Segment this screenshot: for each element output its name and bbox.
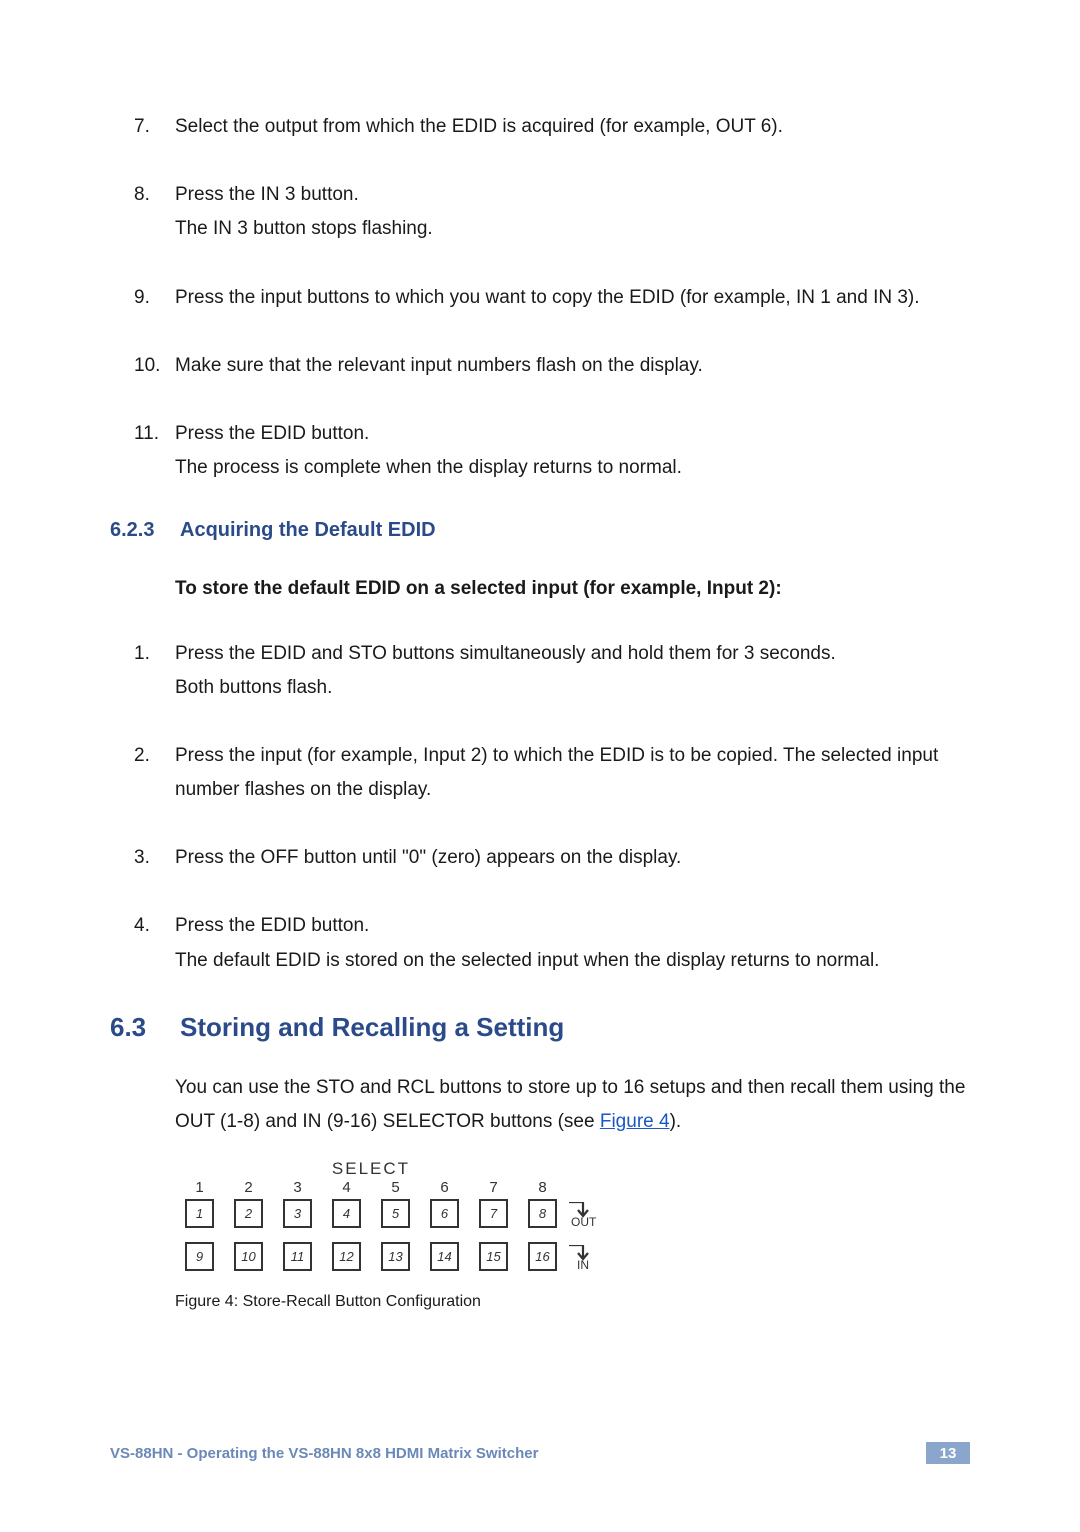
- select-title: SELECT: [175, 1159, 567, 1179]
- list-text: Press the IN 3 button.: [175, 184, 359, 205]
- select-panel: SELECT 1 1 2 2 3 3 4 4 5 5: [175, 1159, 970, 1271]
- list-text: Press the EDID button.: [175, 915, 369, 936]
- list-text: Make sure that the relevant input number…: [175, 355, 703, 376]
- list-number: 9.: [134, 281, 150, 315]
- section-title: Acquiring the Default EDID: [180, 519, 436, 542]
- para-text: You can use the STO and RCL buttons to s…: [175, 1077, 965, 1132]
- segment-number: 4: [322, 1179, 371, 1196]
- selector-button-7[interactable]: 7: [479, 1199, 508, 1228]
- list-item: 11. Press the EDID button. The process i…: [175, 417, 970, 485]
- instruction-intro: To store the default EDID on a selected …: [175, 572, 970, 606]
- panel-button-col: 5 5: [371, 1179, 420, 1228]
- procedure-list-continued: 7. Select the output from which the EDID…: [110, 110, 970, 485]
- segment-number: 5: [371, 1179, 420, 1196]
- panel-button-col: 16: [518, 1242, 567, 1271]
- section-number: 6.2.3: [110, 519, 180, 542]
- selector-button-6[interactable]: 6: [430, 1199, 459, 1228]
- list-number: 1.: [134, 637, 150, 671]
- figure-caption: Figure 4: Store-Recall Button Configurat…: [175, 1293, 970, 1311]
- list-number: 3.: [134, 841, 150, 875]
- panel-bottom-row: 9 10 11 12 13 14 15 16: [175, 1242, 970, 1271]
- panel-button-col: 3 3: [273, 1179, 322, 1228]
- list-number: 2.: [134, 739, 150, 773]
- selector-button-1[interactable]: 1: [185, 1199, 214, 1228]
- selector-button-10[interactable]: 10: [234, 1242, 263, 1271]
- out-arrow-icon: OUT: [569, 1202, 596, 1228]
- figure-link[interactable]: Figure 4: [600, 1111, 670, 1132]
- panel-button-col: 13: [371, 1242, 420, 1271]
- list-text: The IN 3 button stops flashing.: [175, 218, 433, 239]
- list-text: Select the output from which the EDID is…: [175, 116, 783, 137]
- selector-button-12[interactable]: 12: [332, 1242, 361, 1271]
- selector-button-16[interactable]: 16: [528, 1242, 557, 1271]
- page-footer: VS-88HN - Operating the VS-88HN 8x8 HDMI…: [110, 1442, 970, 1464]
- panel-button-col: 1 1: [175, 1179, 224, 1228]
- list-item: 10. Make sure that the relevant input nu…: [175, 349, 970, 383]
- in-label: IN: [577, 1259, 589, 1271]
- panel-top-row: 1 1 2 2 3 3 4 4 5 5 6 6: [175, 1179, 970, 1228]
- section-title: Storing and Recalling a Setting: [180, 1012, 564, 1043]
- section-63-paragraph: You can use the STO and RCL buttons to s…: [175, 1071, 970, 1139]
- para-text: ).: [670, 1111, 682, 1132]
- procedure-list-623: 1. Press the EDID and STO buttons simult…: [110, 637, 970, 978]
- list-text: Press the EDID button.: [175, 423, 369, 444]
- list-text: Press the OFF button until "0" (zero) ap…: [175, 847, 681, 868]
- panel-button-col: 9: [175, 1242, 224, 1271]
- selector-button-15[interactable]: 15: [479, 1242, 508, 1271]
- panel-button-col: 15: [469, 1242, 518, 1271]
- list-text: The process is complete when the display…: [175, 457, 682, 478]
- list-item: 9. Press the input buttons to which you …: [175, 281, 970, 315]
- heading-6-2-3: 6.2.3 Acquiring the Default EDID: [110, 519, 970, 542]
- panel-button-col: 10: [224, 1242, 273, 1271]
- selector-button-11[interactable]: 11: [283, 1242, 312, 1271]
- out-label: OUT: [571, 1216, 596, 1228]
- segment-number: 8: [518, 1179, 567, 1196]
- panel-button-col: 7 7: [469, 1179, 518, 1228]
- selector-button-5[interactable]: 5: [381, 1199, 410, 1228]
- list-item: 8. Press the IN 3 button. The IN 3 butto…: [175, 178, 970, 246]
- list-text: Press the EDID and STO buttons simultane…: [175, 643, 836, 664]
- list-number: 10.: [134, 349, 160, 383]
- selector-button-9[interactable]: 9: [185, 1242, 214, 1271]
- selector-button-4[interactable]: 4: [332, 1199, 361, 1228]
- selector-button-2[interactable]: 2: [234, 1199, 263, 1228]
- segment-number: 3: [273, 1179, 322, 1196]
- list-item: 4. Press the EDID button. The default ED…: [175, 909, 970, 977]
- panel-button-col: 8 8: [518, 1179, 567, 1228]
- panel-button-col: 4 4: [322, 1179, 371, 1228]
- in-arrow-icon: IN: [569, 1245, 589, 1271]
- footer-text: VS-88HN - Operating the VS-88HN 8x8 HDMI…: [110, 1445, 538, 1462]
- list-number: 11.: [134, 417, 159, 451]
- selector-button-13[interactable]: 13: [381, 1242, 410, 1271]
- list-item: 2. Press the input (for example, Input 2…: [175, 739, 970, 807]
- list-number: 4.: [134, 909, 150, 943]
- selector-button-14[interactable]: 14: [430, 1242, 459, 1271]
- panel-button-col: 14: [420, 1242, 469, 1271]
- segment-number: 2: [224, 1179, 273, 1196]
- selector-button-3[interactable]: 3: [283, 1199, 312, 1228]
- segment-number: 6: [420, 1179, 469, 1196]
- page: 7. Select the output from which the EDID…: [0, 0, 1080, 1532]
- list-text: Press the input (for example, Input 2) t…: [175, 745, 938, 800]
- heading-6-3: 6.3 Storing and Recalling a Setting: [110, 1012, 970, 1043]
- list-item: 7. Select the output from which the EDID…: [175, 110, 970, 144]
- panel-button-col: 12: [322, 1242, 371, 1271]
- section-number: 6.3: [110, 1012, 180, 1043]
- list-number: 7.: [134, 110, 150, 144]
- list-number: 8.: [134, 178, 150, 212]
- panel-button-col: 11: [273, 1242, 322, 1271]
- panel-button-col: 2 2: [224, 1179, 273, 1228]
- segment-number: 7: [469, 1179, 518, 1196]
- page-number: 13: [926, 1442, 970, 1464]
- list-text: The default EDID is stored on the select…: [175, 950, 879, 971]
- panel-button-col: 6 6: [420, 1179, 469, 1228]
- list-item: 3. Press the OFF button until "0" (zero)…: [175, 841, 970, 875]
- list-text: Both buttons flash.: [175, 677, 332, 698]
- list-text: Press the input buttons to which you wan…: [175, 287, 920, 308]
- segment-number: 1: [175, 1179, 224, 1196]
- selector-button-8[interactable]: 8: [528, 1199, 557, 1228]
- list-item: 1. Press the EDID and STO buttons simult…: [175, 637, 970, 705]
